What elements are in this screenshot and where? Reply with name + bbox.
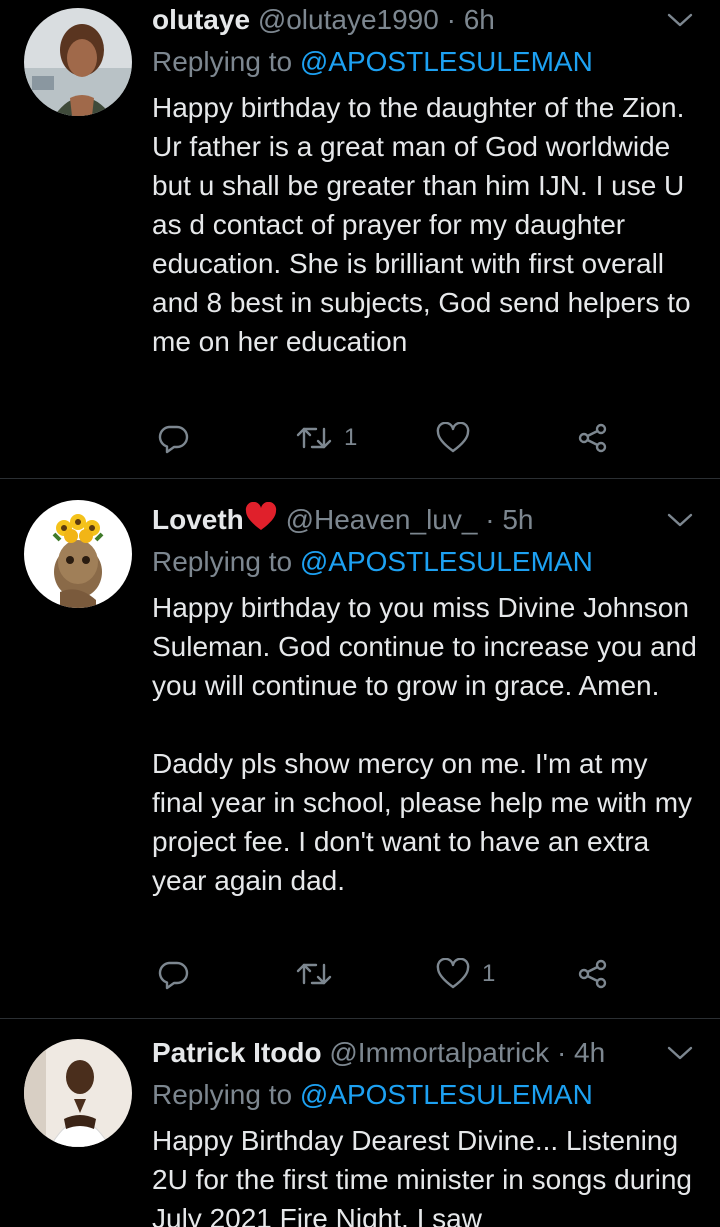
display-name[interactable]: Patrick Itodo: [152, 1037, 322, 1068]
tweet-text: Happy Birthday Dearest Divine... Listeni…: [152, 1121, 700, 1227]
tweet-text: Happy birthday to the daughter of the Zi…: [152, 88, 700, 361]
tweet-actions: 1: [152, 954, 672, 994]
replying-to-label: Replying to: [152, 1079, 293, 1110]
mention-link[interactable]: @APOSTLESULEMAN: [300, 546, 593, 577]
username[interactable]: @olutaye1990: [258, 4, 439, 35]
replying-to-label: Replying to: [152, 46, 293, 77]
tweet-paragraph: Happy Birthday Dearest Divine... Listeni…: [152, 1125, 692, 1227]
timestamp[interactable]: · 4h: [557, 1037, 605, 1068]
display-name[interactable]: olutaye: [152, 4, 250, 35]
share-button[interactable]: [576, 954, 610, 994]
retweet-count: 1: [344, 424, 358, 451]
timestamp[interactable]: · 5h: [485, 504, 533, 535]
red-heart-emoji: [244, 501, 278, 543]
avatar[interactable]: [24, 8, 132, 116]
divider: [0, 1018, 720, 1019]
replying-to-label: Replying to: [152, 546, 293, 577]
display-name[interactable]: Loveth: [152, 504, 244, 535]
tweet-paragraph: Daddy pls show mercy on me. I'm at my fi…: [152, 748, 693, 896]
like-count: 1: [482, 960, 496, 987]
like-button[interactable]: [436, 418, 482, 458]
avatar[interactable]: [24, 500, 132, 608]
tweet-paragraph: Happy birthday to the daughter of the Zi…: [152, 92, 691, 357]
heart-icon: [436, 958, 470, 990]
mention-link[interactable]: @APOSTLESULEMAN: [300, 1079, 593, 1110]
replying-to: Replying to @APOSTLESULEMAN: [152, 42, 593, 82]
tweet-actions: 1: [152, 418, 672, 458]
chevron-down-icon[interactable]: [666, 510, 694, 530]
reply-button[interactable]: [156, 418, 190, 458]
chevron-down-icon[interactable]: [666, 10, 694, 30]
retweet-icon: [296, 959, 332, 989]
heart-icon: [436, 422, 470, 454]
mention-link[interactable]: @APOSTLESULEMAN: [300, 46, 593, 77]
share-icon: [576, 957, 610, 991]
reply-icon: [156, 421, 190, 455]
retweet-button[interactable]: 1: [296, 418, 357, 458]
reply-button[interactable]: [156, 954, 190, 994]
username[interactable]: @Immortalpatrick: [329, 1037, 549, 1068]
share-button[interactable]: [576, 418, 610, 458]
divider: [0, 478, 720, 479]
retweet-icon: [296, 423, 332, 453]
username[interactable]: @Heaven_luv_: [286, 504, 478, 535]
tweet[interactable]: olutaye @olutaye1990 · 6h Replying to @A…: [0, 0, 720, 478]
replying-to: Replying to @APOSTLESULEMAN: [152, 1075, 593, 1115]
chevron-down-icon[interactable]: [666, 1043, 694, 1063]
avatar[interactable]: [24, 1039, 132, 1147]
tweet[interactable]: Loveth @Heaven_luv_ · 5h Replying to @AP…: [0, 500, 720, 1018]
tweet-header: Loveth @Heaven_luv_ · 5h: [152, 500, 533, 540]
tweet-text: Happy birthday to you miss Divine Johnso…: [152, 588, 700, 900]
reply-icon: [156, 957, 190, 991]
tweet-header: olutaye @olutaye1990 · 6h: [152, 0, 495, 40]
share-icon: [576, 421, 610, 455]
tweet-header: Patrick Itodo @Immortalpatrick · 4h: [152, 1033, 605, 1073]
tweet[interactable]: Patrick Itodo @Immortalpatrick · 4h Repl…: [0, 1033, 720, 1227]
tweet-paragraph: Happy birthday to you miss Divine Johnso…: [152, 592, 697, 701]
replying-to: Replying to @APOSTLESULEMAN: [152, 542, 593, 582]
timestamp[interactable]: · 6h: [447, 4, 495, 35]
retweet-button[interactable]: [296, 954, 344, 994]
like-button[interactable]: 1: [436, 954, 495, 994]
